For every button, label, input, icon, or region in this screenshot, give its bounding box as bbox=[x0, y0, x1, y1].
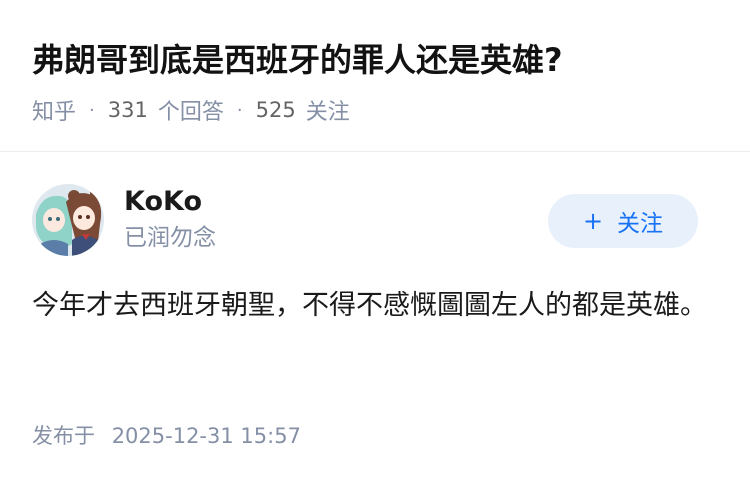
anime-avatar-icon bbox=[32, 184, 104, 256]
follow-button[interactable]: + 关注 bbox=[548, 194, 698, 248]
follower-count-label: 关注 bbox=[305, 100, 350, 125]
publish-timestamp: 2025-12-31 15:57 bbox=[111, 424, 301, 448]
plus-icon: + bbox=[582, 207, 604, 235]
author-row: KoKo 已润勿念 + 关注 bbox=[32, 184, 718, 256]
follow-button-label: 关注 bbox=[617, 211, 664, 237]
source-label: 知乎 bbox=[32, 100, 77, 125]
question-header: 弗朗哥到底是西班牙的罪人还是英雄? 知乎 · 331 个回答 · 525 关注 bbox=[0, 0, 750, 152]
answer-content: 今年才去西班牙朝聖，不得不感慨圖圖左人的都是英雄。 bbox=[32, 290, 707, 321]
question-meta: 知乎 · 331 个回答 · 525 关注 bbox=[32, 94, 350, 126]
answer-count-label: 个回答 bbox=[157, 100, 224, 125]
answer-count: 331 bbox=[107, 98, 148, 122]
answer-card: KoKo 已润勿念 + 关注 今年才去西班牙朝聖，不得不感慨圖圖左人的都是英雄。… bbox=[0, 152, 750, 486]
meta-separator: · bbox=[89, 99, 95, 121]
meta-separator: · bbox=[236, 99, 243, 121]
author-avatar[interactable] bbox=[32, 184, 104, 256]
question-title[interactable]: 弗朗哥到底是西班牙的罪人还是英雄? bbox=[32, 38, 563, 82]
publish-time: 发布于 2025-12-31 15:57 bbox=[32, 420, 301, 452]
zhihu-answer-page: 弗朗哥到底是西班牙的罪人还是英雄? 知乎 · 331 个回答 · 525 关注 bbox=[0, 0, 750, 486]
publish-label: 发布于 bbox=[32, 424, 95, 448]
author-bio: 已润勿念 bbox=[124, 225, 216, 251]
follower-count: 525 bbox=[255, 98, 296, 122]
author-name[interactable]: KoKo bbox=[124, 184, 202, 220]
